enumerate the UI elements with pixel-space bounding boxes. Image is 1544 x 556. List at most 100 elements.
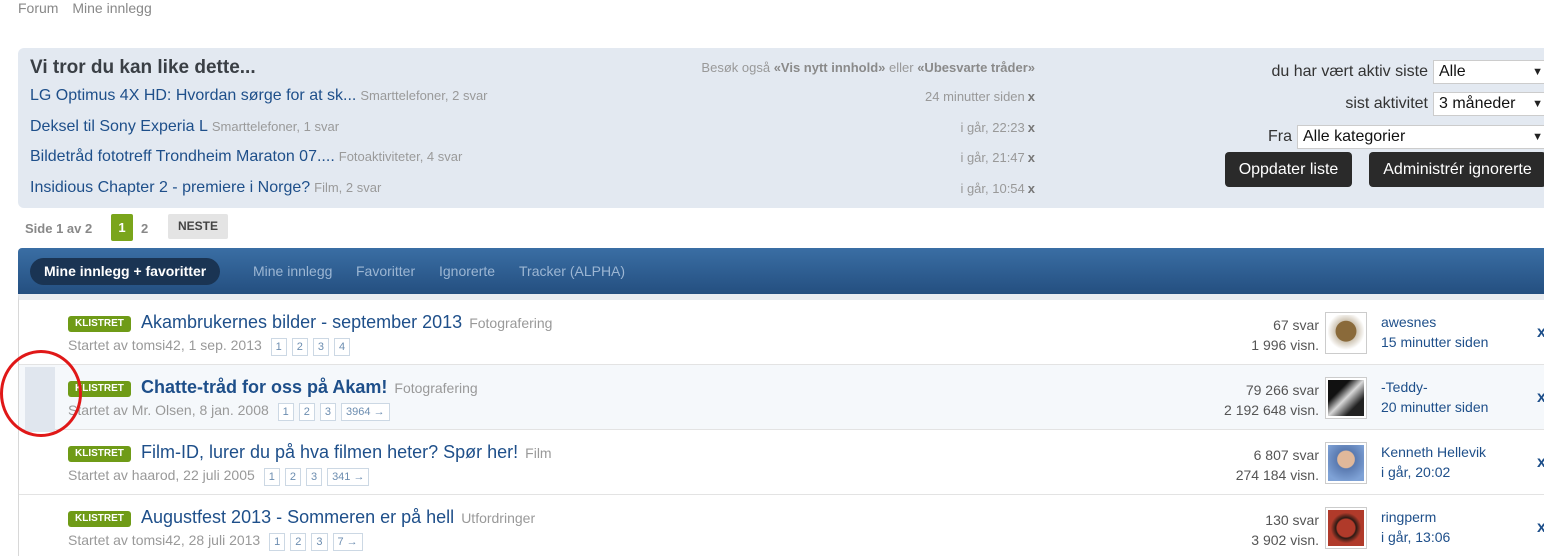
- page-link[interactable]: 3: [305, 468, 323, 486]
- tab-mine-innlegg[interactable]: Mine innlegg: [253, 263, 332, 279]
- chevron-down-icon: ▼: [1532, 98, 1543, 110]
- avatar[interactable]: [1325, 507, 1367, 549]
- page-link[interactable]: 3964 →: [341, 403, 390, 421]
- page-info: Side 1 av 2: [25, 221, 93, 236]
- active-filter-select[interactable]: Alle ▼: [1433, 60, 1544, 84]
- hint-text-or: eller: [885, 60, 918, 75]
- page-link[interactable]: 1: [270, 338, 287, 356]
- suggestion-title: Vi tror du kan like dette...: [30, 57, 256, 78]
- view-count: 274 184 visn.: [1235, 467, 1319, 483]
- reply-count: 67 svar: [1273, 317, 1319, 333]
- last-post-time[interactable]: 15 minutter siden: [1381, 332, 1488, 352]
- suggestion-link[interactable]: Insidious Chapter 2 - premiere i Norge?: [30, 179, 310, 196]
- thread-stats: 79 266 svar 2 192 648 visn.: [1224, 380, 1319, 420]
- thread-link[interactable]: Augustfest 2013 - Sommeren er på hell: [141, 507, 454, 527]
- suggestion-meta: Smarttelefoner, 2 svar: [360, 88, 488, 103]
- update-list-button[interactable]: Oppdater liste: [1225, 152, 1352, 187]
- page-link[interactable]: 2: [298, 403, 315, 421]
- dismiss-icon[interactable]: x: [1028, 120, 1035, 135]
- thread-row: KLISTRET Akambrukernes bilder - septembe…: [19, 300, 1544, 365]
- page-current[interactable]: 1: [111, 214, 133, 241]
- page-link[interactable]: 1: [269, 533, 286, 551]
- tab-mine-favoritter[interactable]: Mine innlegg + favoritter: [30, 258, 221, 285]
- thread-link[interactable]: Akambrukernes bilder - september 2013: [141, 312, 462, 332]
- dismiss-icon[interactable]: x: [1028, 181, 1035, 196]
- thread-link[interactable]: Chatte-tråd for oss på Akam!: [141, 377, 387, 397]
- page-link[interactable]: 2: [290, 533, 307, 551]
- page-link[interactable]: 341 →: [327, 468, 370, 486]
- avatar[interactable]: [1325, 312, 1367, 354]
- last-post-time[interactable]: i går, 20:02: [1381, 462, 1486, 482]
- suggestion-link[interactable]: LG Optimus 4X HD: Hvordan sørge for at s…: [30, 87, 356, 104]
- page-link[interactable]: 2: [291, 338, 308, 356]
- thread-stats: 67 svar 1 996 visn.: [1251, 315, 1319, 355]
- last-poster[interactable]: Kenneth Hellevik: [1381, 442, 1486, 462]
- thread-title: Augustfest 2013 - Sommeren er på hell Ut…: [141, 507, 535, 528]
- thread-title: Film-ID, lurer du på hva filmen heter? S…: [141, 442, 552, 463]
- last-poster[interactable]: awesnes: [1381, 312, 1488, 332]
- suggestion-hint: Besøk også «Vis nytt innhold» eller «Ube…: [578, 60, 1035, 75]
- page-link[interactable]: 1: [277, 403, 294, 421]
- dismiss-icon[interactable]: x: [1028, 150, 1035, 165]
- active-filter-label: du har vært aktiv siste: [1271, 63, 1429, 80]
- page-link[interactable]: 3: [311, 533, 328, 551]
- tab-tracker[interactable]: Tracker (ALPHA): [519, 263, 625, 279]
- sticky-badge: KLISTRET: [68, 446, 131, 462]
- highlight-circle: [0, 350, 82, 437]
- last-post-time[interactable]: 20 minutter siden: [1381, 397, 1488, 417]
- suggestion-item: Deksel til Sony Experia L Smarttelefoner,…: [30, 118, 1035, 142]
- last-post: ringperm i går, 13:06: [1381, 507, 1450, 547]
- page-link[interactable]: 3: [319, 403, 337, 421]
- category-filter-label: Fra: [1268, 128, 1292, 145]
- breadcrumb-mine-innlegg[interactable]: Mine innlegg: [72, 0, 151, 16]
- suggestion-link[interactable]: Bildetråd fototreff Trondheim Maraton 07…: [30, 148, 335, 165]
- manage-ignored-button[interactable]: Administrér ignorerte: [1369, 152, 1544, 187]
- last-poster[interactable]: -Teddy-: [1381, 377, 1488, 397]
- last-post-time[interactable]: i går, 13:06: [1381, 527, 1450, 547]
- next-page-button[interactable]: NESTE: [168, 214, 228, 239]
- page-link[interactable]: 7 →: [332, 533, 363, 551]
- last-poster[interactable]: ringperm: [1381, 507, 1450, 527]
- close-icon[interactable]: x: [1537, 324, 1544, 342]
- avatar-image: [1328, 315, 1364, 351]
- thread-starter: Startet av Mr. Olsen, 8 jan. 2008: [68, 402, 269, 418]
- page-link[interactable]: 4: [334, 338, 351, 356]
- thread-category[interactable]: Film: [525, 445, 551, 461]
- suggestion-time: 24 minutter siden: [925, 89, 1025, 104]
- suggestion-item: Insidious Chapter 2 - premiere i Norge? F…: [30, 179, 1035, 203]
- thread-category[interactable]: Fotografering: [394, 380, 477, 396]
- breadcrumb-forum[interactable]: Forum: [18, 0, 58, 16]
- category-filter-value: Alle kategorier: [1303, 128, 1406, 145]
- suggestion-meta: Fotoaktiviteter, 4 svar: [338, 149, 463, 164]
- category-filter-select[interactable]: Alle kategorier ▼: [1297, 125, 1544, 149]
- page-link[interactable]: 2: [284, 468, 301, 486]
- thread-link[interactable]: Film-ID, lurer du på hva filmen heter? S…: [141, 442, 518, 462]
- new-content-link[interactable]: «Vis nytt innhold»: [774, 60, 886, 75]
- tab-favoritter[interactable]: Favoritter: [356, 263, 415, 279]
- close-icon[interactable]: x: [1537, 389, 1544, 407]
- thread-starter: Startet av haarod, 22 juli 2005: [68, 467, 255, 483]
- thread-category[interactable]: Utfordringer: [461, 510, 535, 526]
- last-activity-select[interactable]: 3 måneder ▼: [1433, 92, 1544, 116]
- suggestion-meta: Smarttelefoner, 1 svar: [211, 119, 340, 134]
- suggestion-link[interactable]: Deksel til Sony Experia L: [30, 118, 208, 135]
- thread-row: KLISTRET Chatte-tråd for oss på Akam! Fo…: [19, 365, 1544, 430]
- chevron-down-icon: ▼: [1532, 66, 1543, 78]
- thread-row: KLISTRET Film-ID, lurer du på hva filmen…: [19, 430, 1544, 495]
- close-icon[interactable]: x: [1537, 454, 1544, 472]
- thread-started: Startet av tomsi42, 28 juli 2013 1237 →: [68, 532, 363, 551]
- thread-started: Startet av haarod, 22 juli 2005 1 2 3 341 →: [68, 467, 370, 486]
- unanswered-link[interactable]: «Ubesvarte tråder»: [917, 60, 1035, 75]
- page-link[interactable]: 3: [312, 338, 330, 356]
- thread-category[interactable]: Fotografering: [469, 315, 552, 331]
- page-link[interactable]: 1: [263, 468, 280, 486]
- close-icon[interactable]: x: [1537, 519, 1544, 537]
- reply-count: 79 266 svar: [1245, 382, 1319, 398]
- suggestion-meta: Film, 2 svar: [314, 180, 382, 195]
- avatar[interactable]: [1325, 377, 1367, 419]
- avatar[interactable]: [1325, 442, 1367, 484]
- dismiss-icon[interactable]: x: [1028, 89, 1035, 104]
- view-count: 3 902 visn.: [1251, 532, 1319, 548]
- tab-ignorerte[interactable]: Ignorerte: [439, 263, 495, 279]
- page-2-link[interactable]: 2: [141, 221, 148, 236]
